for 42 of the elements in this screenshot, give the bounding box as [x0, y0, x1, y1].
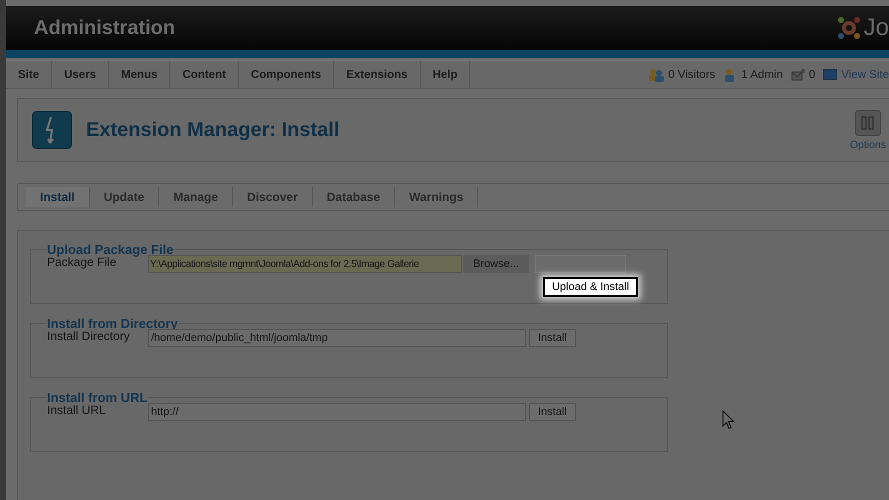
menu-item[interactable]: Extensions: [334, 61, 421, 88]
app-title: Administration: [34, 16, 176, 40]
browse-button[interactable]: Browse...: [463, 255, 529, 273]
users-icon: [648, 68, 664, 82]
menu-item[interactable]: Site: [6, 61, 52, 88]
tab[interactable]: Install: [26, 187, 90, 207]
logo-text: Jo: [864, 14, 889, 42]
logo-icon: [836, 15, 862, 41]
messages-icon: [790, 68, 805, 80]
status-text: 0: [808, 68, 816, 80]
options-label[interactable]: Options: [850, 138, 886, 150]
install-button[interactable]: Install: [529, 403, 576, 421]
section-legend: Install from Directory: [46, 316, 179, 331]
tab[interactable]: Discover: [233, 187, 313, 207]
path-field[interactable]: /home/demo/public_html/joomla/tmp: [148, 329, 526, 347]
menu-item[interactable]: Help: [420, 61, 470, 88]
lightning-icon: [32, 111, 72, 149]
install-button[interactable]: Install: [529, 329, 576, 347]
field-label: Package File: [47, 255, 116, 269]
upload-button[interactable]: [535, 255, 626, 273]
section-legend: Upload Package File: [46, 242, 174, 257]
status-text: 0 Visitors: [668, 68, 716, 80]
file-path-field[interactable]: Y:\Applications\site mgmnt\Joomla\Add-ons for 2.5\Image Gallerie: [148, 255, 462, 273]
tab[interactable]: Update: [90, 187, 160, 207]
path-field[interactable]: http://: [148, 403, 526, 421]
upload-install-highlight[interactable]: Upload & Install: [543, 277, 638, 297]
status-text: 1 Admin: [741, 68, 783, 80]
menu-item[interactable]: Menus: [109, 61, 170, 88]
cursor-icon: [722, 410, 735, 430]
section-legend: Install from URL: [46, 390, 148, 405]
view-site-link[interactable]: View Site: [841, 68, 889, 80]
menu-item[interactable]: Components: [238, 61, 334, 88]
monitor-icon: [823, 69, 838, 80]
tab[interactable]: Manage: [159, 187, 234, 207]
field-label: Install Directory: [47, 329, 131, 343]
menu-item[interactable]: Users: [52, 61, 110, 88]
tab[interactable]: Warnings: [395, 187, 478, 207]
field-label: Install URL: [47, 403, 107, 417]
options-icon[interactable]: [854, 110, 881, 136]
menu-item[interactable]: Content: [170, 61, 239, 88]
page-title: Extension Manager: Install: [86, 118, 340, 142]
tab[interactable]: Database: [312, 187, 396, 207]
